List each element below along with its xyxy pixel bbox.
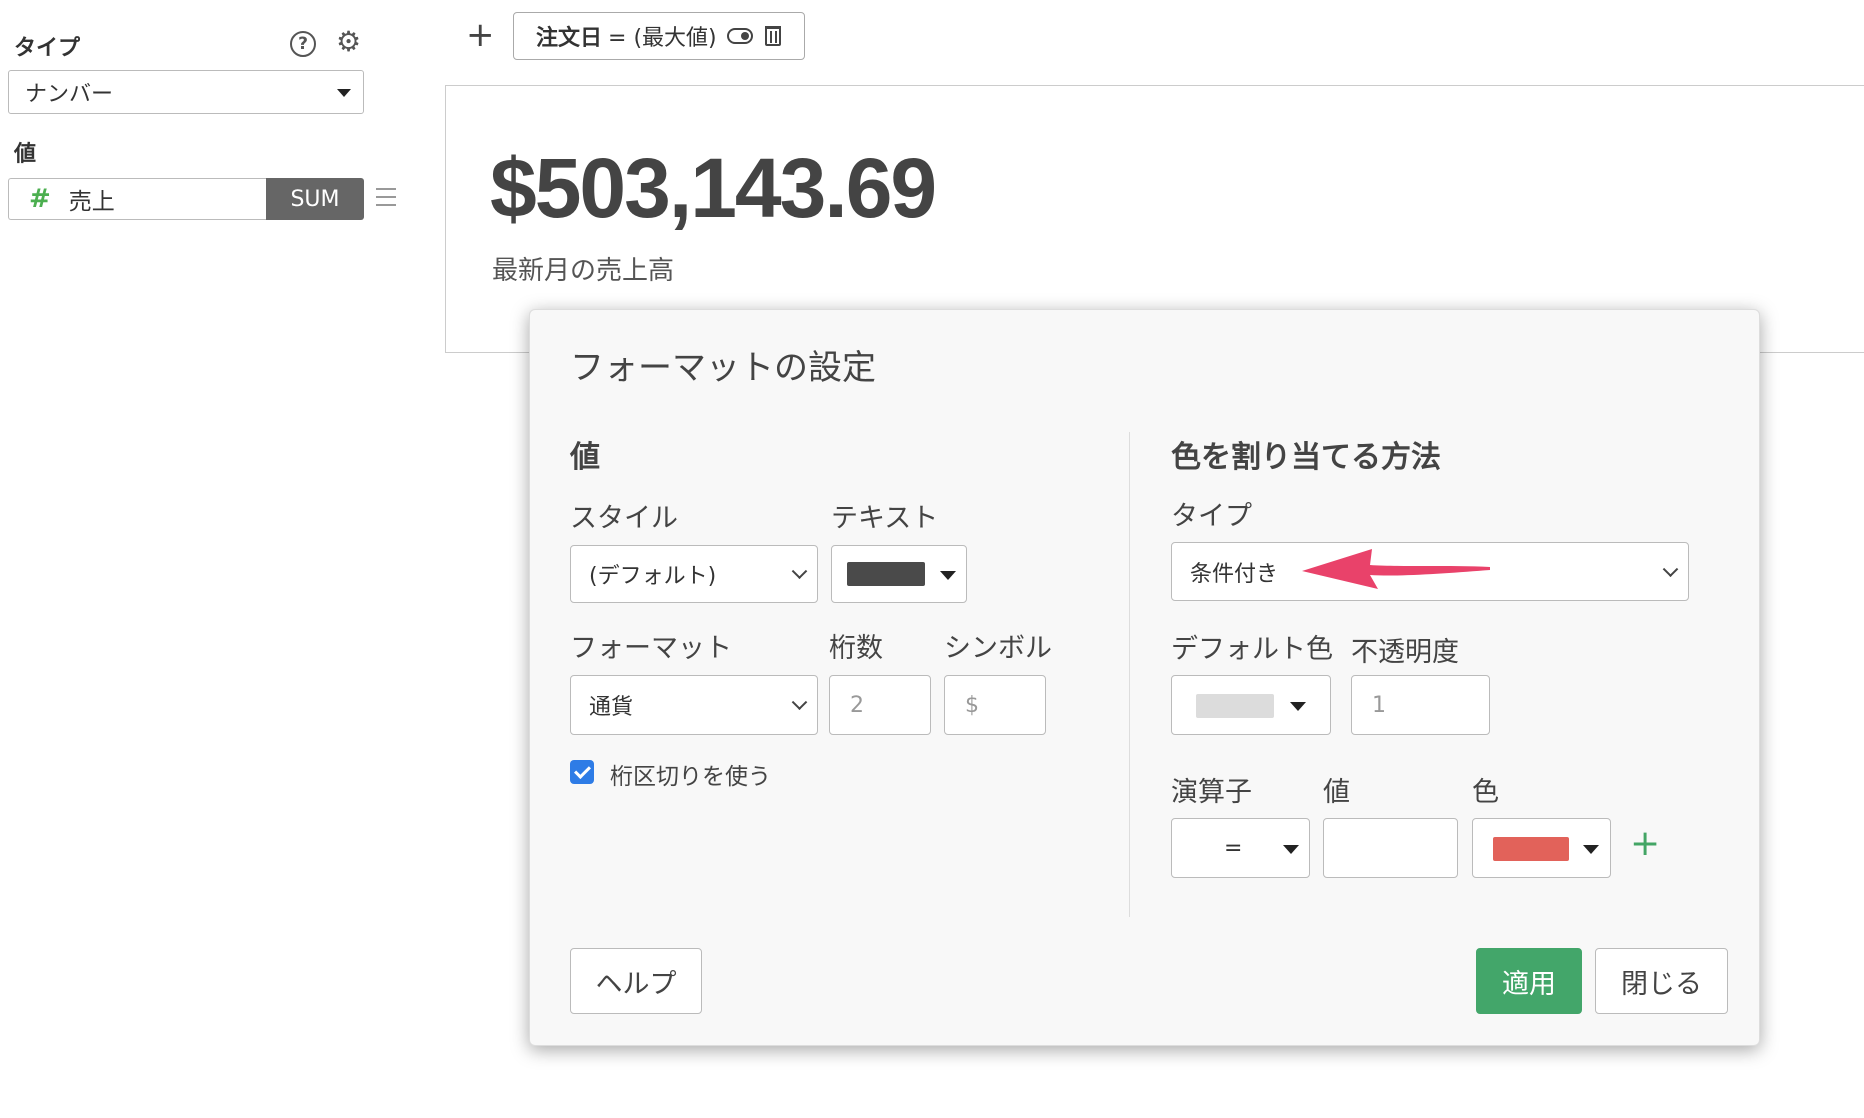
- type-label: タイプ: [14, 36, 81, 61]
- add-condition-button[interactable]: +: [1630, 826, 1660, 862]
- thousands-separator-label: 桁区切りを使う: [610, 764, 771, 790]
- aggregation-button[interactable]: SUM: [266, 178, 364, 220]
- symbol-placeholder: $: [965, 692, 979, 718]
- style-select-value: (デフォルト): [589, 564, 717, 589]
- dialog-title: フォーマットの設定: [570, 348, 876, 388]
- type-select-value: ナンバー: [25, 82, 114, 107]
- trash-icon[interactable]: [764, 26, 781, 46]
- caret-down-icon: [940, 571, 956, 580]
- chevron-down-icon: [791, 563, 808, 580]
- operator-select[interactable]: =: [1171, 818, 1310, 878]
- style-label: スタイル: [570, 503, 678, 534]
- annotation-arrow-icon: [1302, 549, 1490, 589]
- symbol-input[interactable]: $: [944, 675, 1046, 735]
- help-icon[interactable]: ?: [290, 31, 316, 57]
- condition-color-picker[interactable]: [1472, 818, 1611, 878]
- caret-down-icon: [337, 89, 351, 97]
- caret-down-icon: [1283, 845, 1299, 854]
- toggle-icon[interactable]: [726, 28, 753, 44]
- menu-icon[interactable]: [376, 188, 396, 212]
- close-button[interactable]: 閉じる: [1595, 948, 1728, 1014]
- value-label: 値: [14, 142, 37, 167]
- condition-color-swatch: [1493, 837, 1569, 861]
- operator-value: =: [1224, 835, 1243, 861]
- condition-color-label: 色: [1472, 777, 1499, 808]
- operator-label: 演算子: [1171, 777, 1252, 808]
- digits-input[interactable]: 2: [829, 675, 931, 735]
- condition-value-input[interactable]: [1323, 818, 1458, 878]
- caret-down-icon: [1290, 702, 1306, 711]
- number-subtitle: 最新月の売上高: [492, 256, 675, 286]
- text-label: テキスト: [831, 503, 939, 534]
- thousands-separator-checkbox[interactable]: [570, 760, 594, 784]
- help-button[interactable]: ヘルプ: [570, 948, 702, 1014]
- default-color-swatch: [1196, 694, 1274, 718]
- color-type-label: タイプ: [1171, 501, 1252, 532]
- gear-icon[interactable]: ⚙: [336, 28, 361, 56]
- style-select[interactable]: (デフォルト): [570, 545, 818, 603]
- filter-condition: = (最大値): [608, 26, 717, 51]
- chevron-down-icon: [1662, 560, 1679, 577]
- format-label: フォーマット: [570, 633, 732, 664]
- format-select-value: 通貨: [589, 695, 634, 720]
- format-select[interactable]: 通貨: [570, 675, 818, 735]
- default-color-label: デフォルト色: [1171, 634, 1333, 665]
- apply-button[interactable]: 適用: [1476, 948, 1582, 1014]
- digits-label: 桁数: [829, 633, 883, 664]
- add-filter-button[interactable]: +: [466, 18, 495, 52]
- digits-placeholder: 2: [850, 692, 864, 718]
- opacity-label: 不透明度: [1351, 637, 1459, 668]
- color-type-value: 条件付き: [1190, 561, 1279, 587]
- text-color-swatch: [847, 562, 925, 586]
- filter-field: 注文日: [536, 26, 603, 51]
- opacity-input[interactable]: 1: [1351, 675, 1490, 735]
- condition-value-label: 値: [1323, 777, 1350, 808]
- type-select[interactable]: ナンバー: [8, 70, 364, 114]
- color-section-heading: 色を割り当てる方法: [1171, 440, 1441, 475]
- column-divider: [1129, 432, 1130, 917]
- opacity-placeholder: 1: [1372, 692, 1386, 718]
- caret-down-icon: [1583, 845, 1599, 854]
- value-field-name: 売上: [68, 189, 115, 215]
- symbol-label: シンボル: [944, 633, 1052, 664]
- chevron-down-icon: [791, 694, 808, 711]
- value-field-pill[interactable]: # 売上: [8, 178, 266, 220]
- number-value: $503,143.69: [490, 141, 937, 235]
- text-color-picker[interactable]: [831, 545, 967, 603]
- number-type-icon: #: [29, 184, 51, 214]
- filter-chip[interactable]: 注文日 = (最大値): [513, 12, 805, 60]
- value-section-heading: 値: [570, 440, 600, 475]
- default-color-picker[interactable]: [1171, 675, 1331, 735]
